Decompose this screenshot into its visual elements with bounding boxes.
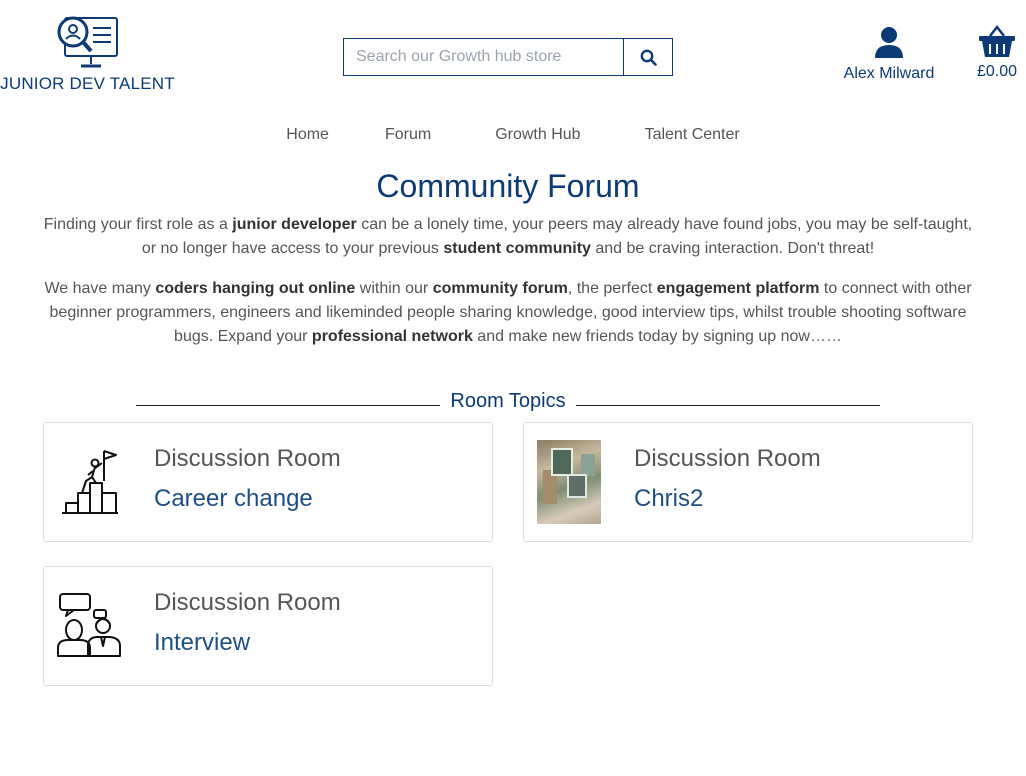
basket-link[interactable]: £0.00 [968,24,1026,81]
basket-total: £0.00 [976,63,1018,80]
search-icon [640,49,657,66]
brand-logo[interactable]: JUNIOR DEV TALENT [0,14,175,94]
divider-line [136,405,440,406]
room-topic[interactable]: Career change [154,485,313,513]
intro-highlight: coders hanging out online [155,280,356,297]
room-image [56,583,122,669]
nav-item-home[interactable]: Home [286,126,329,144]
section-divider: Room Topics [136,390,880,414]
search-input[interactable] [344,39,623,75]
nav-item-talent-center[interactable]: Talent Center [645,126,740,144]
basket-icon [979,24,1015,57]
divider-line [576,405,880,406]
main-nav: Home Forum Growth Hub Talent Center [0,126,1026,144]
site-header: JUNIOR DEV TALENT Alex Milward £0.00 [0,0,1026,110]
account-name: Alex Milward [843,65,935,82]
nav-item-growth-hub[interactable]: Growth Hub [495,126,580,144]
room-photo [537,440,601,524]
talent-search-icon [57,16,118,68]
interview-icon [57,593,121,657]
intro-text: We have many [44,280,156,297]
room-card-chris2[interactable]: Discussion Room Chris2 [523,422,973,542]
intro-text: within our [355,280,433,297]
intro-highlight: professional network [311,328,473,345]
room-topic[interactable]: Chris2 [634,485,703,513]
room-topic[interactable]: Interview [154,629,250,657]
intro-highlight: engagement platform [656,280,820,297]
room-image [56,439,122,525]
intro-text: Finding your first role as a [43,216,233,233]
intro-paragraph-1: Finding your first role as a junior deve… [40,213,976,261]
intro-highlight: community forum [432,280,568,297]
intro-text: , the perfect [567,280,657,297]
nav-item-forum[interactable]: Forum [385,126,431,144]
intro-highlight: student community [443,240,591,257]
room-label: Discussion Room [154,589,341,616]
room-card-career-change[interactable]: Discussion Room Career change [43,422,493,542]
user-icon [875,27,903,58]
room-image [536,439,602,525]
search-bar [343,38,673,76]
intro-text: and make new friends today by signing up… [472,328,842,345]
room-card-interview[interactable]: Discussion Room Interview [43,566,493,686]
brand-name: JUNIOR DEV TALENT [0,74,175,93]
room-label: Discussion Room [154,445,341,472]
career-climb-icon [62,450,118,514]
intro-text: and be craving interaction. Don't threat… [590,240,875,257]
intro-paragraph-2: We have many coders hanging out online w… [40,277,976,349]
room-label: Discussion Room [634,445,821,472]
section-title: Room Topics [450,390,566,412]
search-button[interactable] [623,39,672,75]
intro-highlight: junior developer [232,216,357,233]
page-title: Community Forum [376,168,640,204]
account-link[interactable]: Alex Milward [838,26,940,83]
